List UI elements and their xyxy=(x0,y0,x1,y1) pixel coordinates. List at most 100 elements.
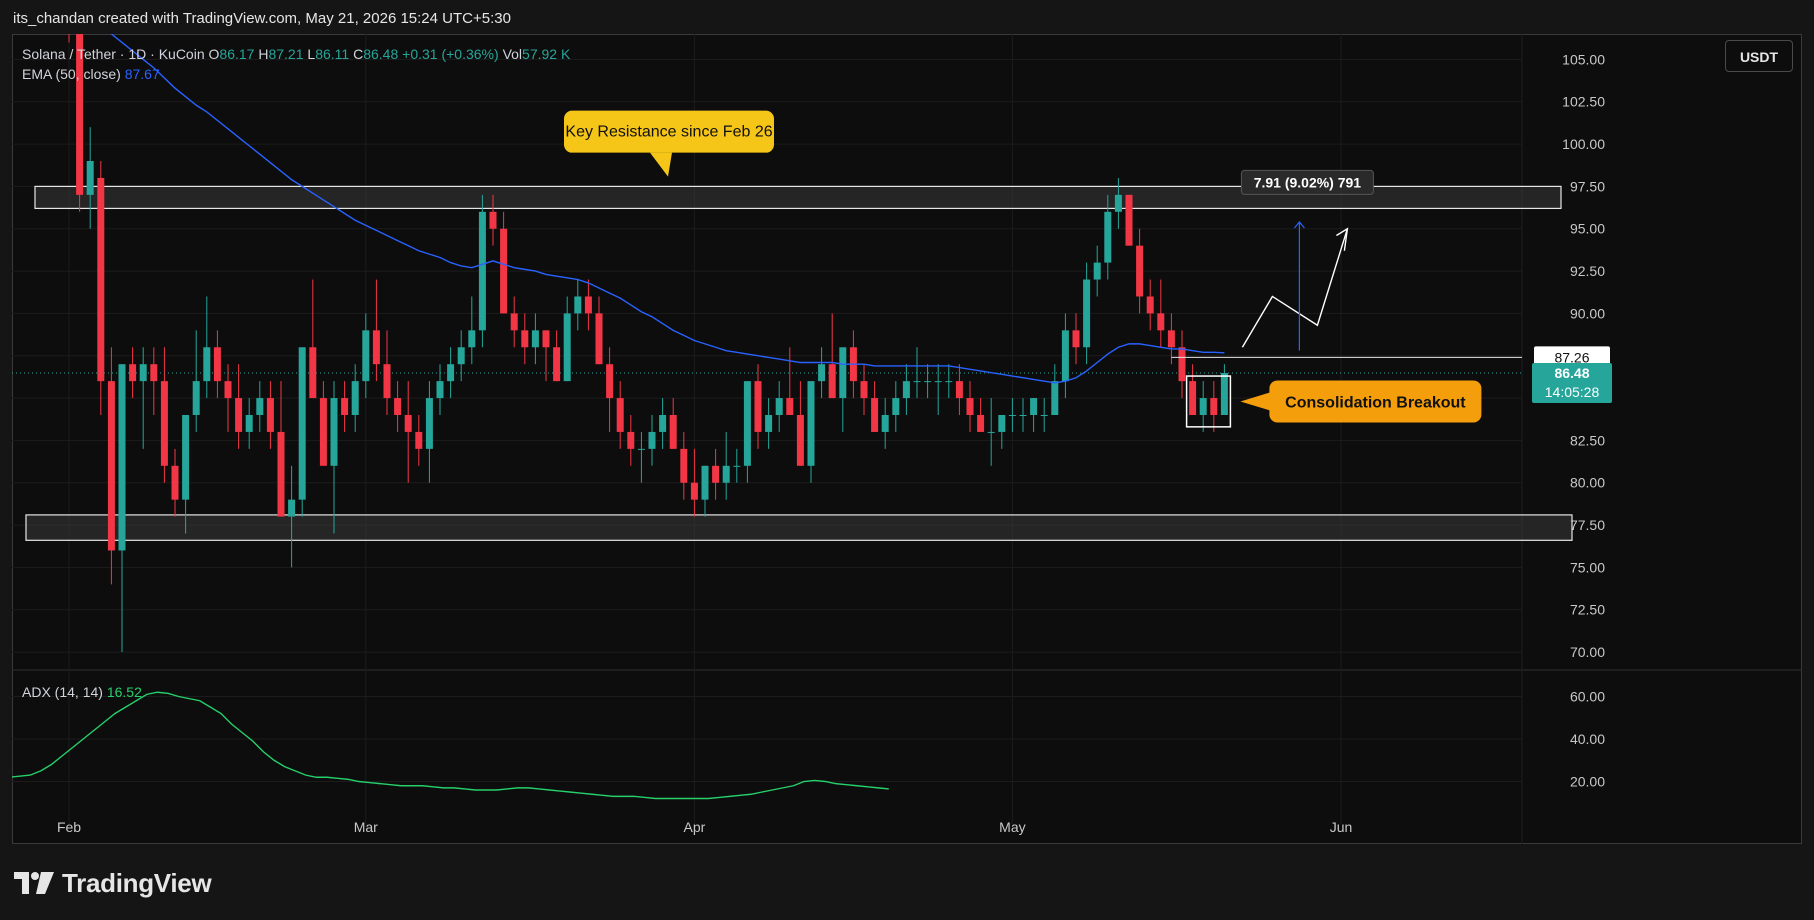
candle-up xyxy=(447,364,455,382)
candle-down xyxy=(627,431,635,449)
countdown-text: 14:05:28 xyxy=(1545,384,1600,400)
candle-up xyxy=(701,465,709,500)
candle-up xyxy=(1104,211,1112,263)
candle-up xyxy=(1220,373,1228,415)
candle-down xyxy=(680,448,688,483)
close-label: C xyxy=(353,46,364,62)
candle-up xyxy=(298,347,306,500)
candle-up xyxy=(1114,194,1122,212)
adx-line xyxy=(12,691,889,800)
x-tick-label: Feb xyxy=(57,819,81,835)
chart-legend: Solana / Tether · 1D · KuCoin O86.17 H87… xyxy=(22,44,570,84)
candle-down xyxy=(372,330,380,365)
candle-up xyxy=(913,381,921,383)
breakout-callout-pointer xyxy=(1240,391,1274,412)
candle-up xyxy=(468,330,476,348)
change-value: +0.31 (+0.36%) xyxy=(402,46,499,62)
price-tick-label: 70.00 xyxy=(1570,644,1605,660)
candle-down xyxy=(955,381,963,399)
candle-up xyxy=(288,499,296,517)
currency-button[interactable]: USDT xyxy=(1725,40,1793,72)
ohlc-legend-row: Solana / Tether · 1D · KuCoin O86.17 H87… xyxy=(22,44,570,64)
candle-up xyxy=(436,381,444,399)
candle-down xyxy=(150,364,158,382)
candle-up xyxy=(818,364,826,382)
candle-up xyxy=(648,431,656,449)
candle-up xyxy=(256,398,264,415)
candle-down xyxy=(510,313,518,331)
price-tick-label: 72.50 xyxy=(1570,602,1605,618)
candle-down xyxy=(500,228,508,314)
x-tick-label: May xyxy=(999,819,1025,835)
price-tick-label: 92.50 xyxy=(1570,263,1605,279)
candle-up xyxy=(775,398,783,415)
breakout-callout-text: Consolidation Breakout xyxy=(1285,394,1466,411)
last-price-marker-text: 86.48 xyxy=(1554,365,1589,381)
candle-up xyxy=(563,313,571,382)
x-tick-label: Jun xyxy=(1330,819,1353,835)
symbol-name[interactable]: Solana / Tether · 1D · KuCoin xyxy=(22,46,205,62)
candle-down xyxy=(171,465,179,500)
support-zone xyxy=(25,514,1573,541)
candle-up xyxy=(1093,262,1101,280)
high-label: H xyxy=(258,46,269,62)
candle-down xyxy=(1210,398,1218,415)
low-value: 86.11 xyxy=(315,46,350,62)
price-chart[interactable]: Feb Mar Apr May Jun 105.00 102.50 100.00 97.50 95… xyxy=(12,34,1802,844)
ema-value: 87.67 xyxy=(124,66,160,82)
candle-down xyxy=(1136,245,1144,297)
candle-down xyxy=(1146,296,1154,314)
candle-down xyxy=(871,398,879,432)
tradingview-logo-icon xyxy=(14,872,54,894)
candle-down xyxy=(319,398,327,466)
candle-down xyxy=(606,364,614,399)
candle-up xyxy=(1008,415,1016,416)
price-tick-label: 102.50 xyxy=(1562,94,1605,110)
candle-up xyxy=(1061,330,1069,382)
candle-up xyxy=(1199,398,1207,415)
candle-up xyxy=(478,211,486,331)
price-tick-label: 95.00 xyxy=(1570,221,1605,237)
candle-down xyxy=(341,398,349,415)
candle-up xyxy=(733,465,741,467)
candle-up xyxy=(902,381,910,399)
price-tick-label: 97.50 xyxy=(1570,178,1605,194)
adx-tick-label: 60.00 xyxy=(1570,689,1605,705)
candle-down xyxy=(1157,313,1165,331)
candle-down xyxy=(796,415,804,466)
footer xyxy=(0,844,1814,920)
close-value: 86.48 xyxy=(363,46,399,62)
candle-down xyxy=(160,381,168,466)
candle-up xyxy=(86,161,94,195)
candle-down xyxy=(595,313,603,365)
candle-down xyxy=(383,364,391,399)
ema-legend-row[interactable]: EMA (50, close) 87.67 xyxy=(22,64,570,84)
candle-down xyxy=(542,330,550,348)
candle-up xyxy=(192,381,200,415)
candle-up xyxy=(425,398,433,449)
candle-up xyxy=(743,381,751,466)
candle-down xyxy=(754,381,762,432)
candle-down xyxy=(521,330,529,348)
candle-down xyxy=(97,177,105,382)
candle-down xyxy=(404,415,412,432)
candle-up xyxy=(139,364,147,382)
candle-up xyxy=(182,415,190,500)
candle-down xyxy=(712,465,720,483)
candle-up xyxy=(987,431,995,433)
candle-down xyxy=(394,398,402,415)
candle-down xyxy=(553,347,561,382)
candle-up xyxy=(245,415,253,432)
adx-legend-row[interactable]: ADX (14, 14) 16.52 xyxy=(22,684,142,700)
tradingview-brand[interactable]: TradingView xyxy=(14,868,212,898)
candle-up xyxy=(351,381,359,415)
candle-down xyxy=(584,296,592,314)
candle-down xyxy=(616,398,624,432)
adx-label: ADX (14, 14) xyxy=(22,684,103,700)
candle-up xyxy=(574,296,582,314)
price-tick-label: 90.00 xyxy=(1570,305,1605,321)
open-value: 86.17 xyxy=(219,46,255,62)
candle-down xyxy=(107,381,115,551)
candle-up xyxy=(881,415,889,432)
candle-down xyxy=(1189,381,1197,415)
